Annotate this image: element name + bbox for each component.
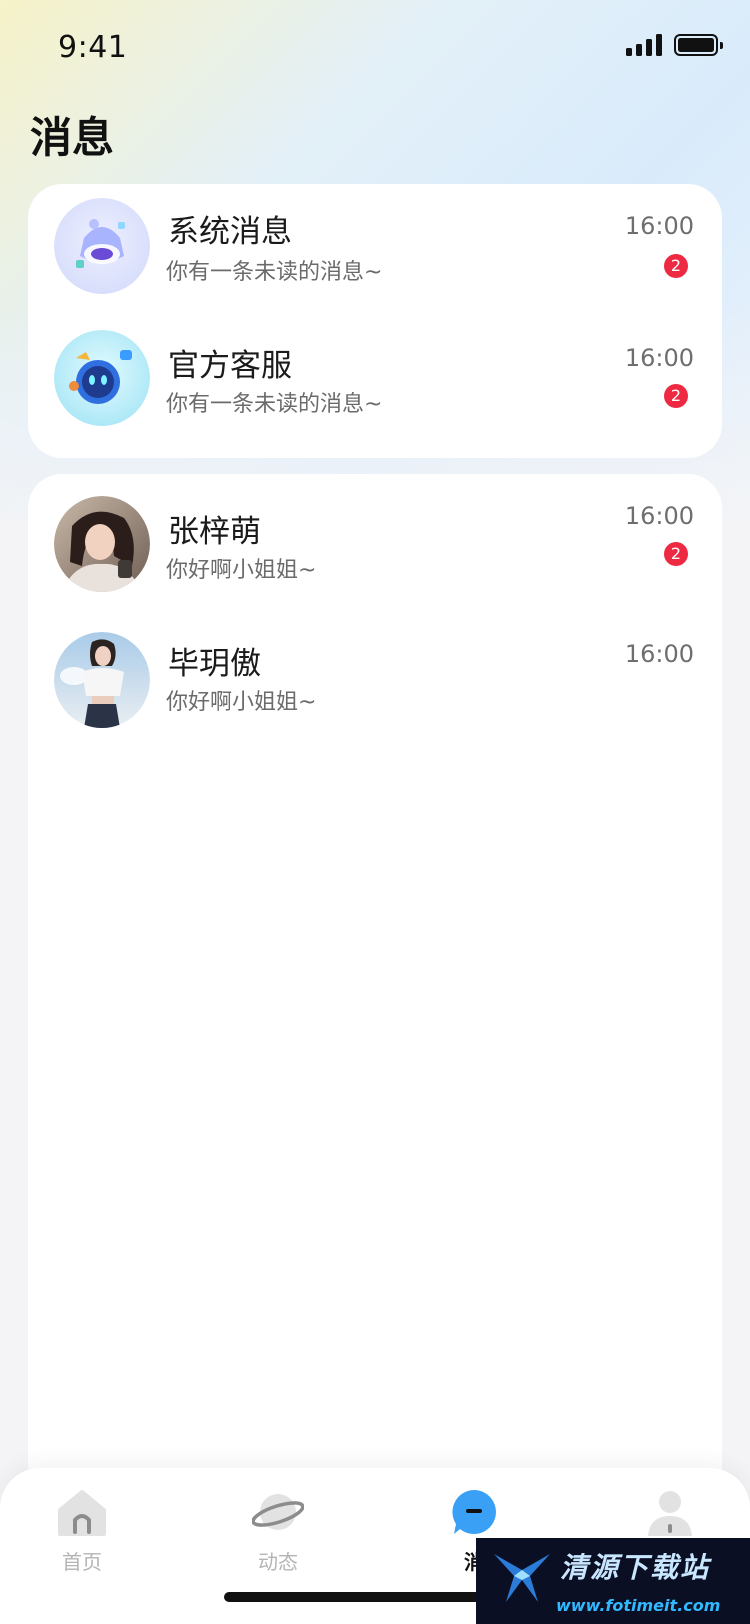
watermark: 清源下载站 www.fotimeit.com (476, 1538, 750, 1624)
conversation-time: 16:00 (624, 502, 694, 530)
tab-label: 首页 (62, 1550, 102, 1574)
conversation-name: 毕玥傲 (168, 646, 261, 682)
unread-badge: 2 (664, 254, 688, 278)
chat-row[interactable]: 张梓萌 你好啊小姐姐~ 16:00 2 (28, 482, 722, 612)
watermark-title: 清源下载站 (560, 1551, 711, 1584)
signal-icon (626, 34, 662, 56)
home-icon (58, 1490, 106, 1536)
system-message-row[interactable]: 系统消息 你有一条未读的消息~ 16:00 2 (28, 184, 722, 314)
conversation-preview: 你有一条未读的消息~ (166, 260, 383, 285)
conversation-name: 张梓萌 (168, 514, 261, 550)
status-time: 9:41 (58, 30, 128, 65)
unread-badge: 2 (664, 542, 688, 566)
watermark-url: www.fotimeit.com (556, 1596, 721, 1615)
conversation-name: 系统消息 (168, 214, 292, 250)
customer-service-avatar (54, 330, 150, 426)
watermark-logo-icon (494, 1554, 550, 1602)
tab-home[interactable]: 首页 (22, 1486, 142, 1586)
system-notification-avatar (54, 198, 150, 294)
battery-icon (674, 34, 723, 56)
planet-icon (252, 1494, 304, 1530)
chat-bubble-icon (452, 1490, 496, 1534)
profile-icon (648, 1491, 692, 1536)
status-bar: 9:41 (0, 0, 750, 96)
conversation-time: 16:00 (624, 212, 694, 240)
customer-service-row[interactable]: 官方客服 你有一条未读的消息~ 16:00 2 (28, 320, 722, 450)
conversation-preview: 你好啊小姐姐~ (166, 690, 317, 715)
tab-label: 动态 (258, 1550, 298, 1574)
tab-feed[interactable]: 动态 (218, 1486, 338, 1586)
conversation-time: 16:00 (624, 640, 694, 668)
chat-row[interactable]: 毕玥傲 你好啊小姐姐~ 16:00 (28, 618, 722, 748)
conversation-preview: 你好啊小姐姐~ (166, 558, 317, 583)
conversation-time: 16:00 (624, 344, 694, 372)
user-avatar (54, 496, 150, 592)
conversation-preview: 你有一条未读的消息~ (166, 392, 383, 417)
chat-list-card: 张梓萌 你好啊小姐姐~ 16:00 2 毕玥傲 你好啊小姐姐~ 16:00 (28, 474, 722, 1624)
conversation-name: 官方客服 (168, 348, 292, 384)
user-avatar (54, 632, 150, 728)
unread-badge: 2 (664, 384, 688, 408)
system-messages-card: 系统消息 你有一条未读的消息~ 16:00 2 官方客服 你有一条未读的消息~ … (28, 184, 722, 458)
page-title: 消息 (30, 113, 115, 162)
